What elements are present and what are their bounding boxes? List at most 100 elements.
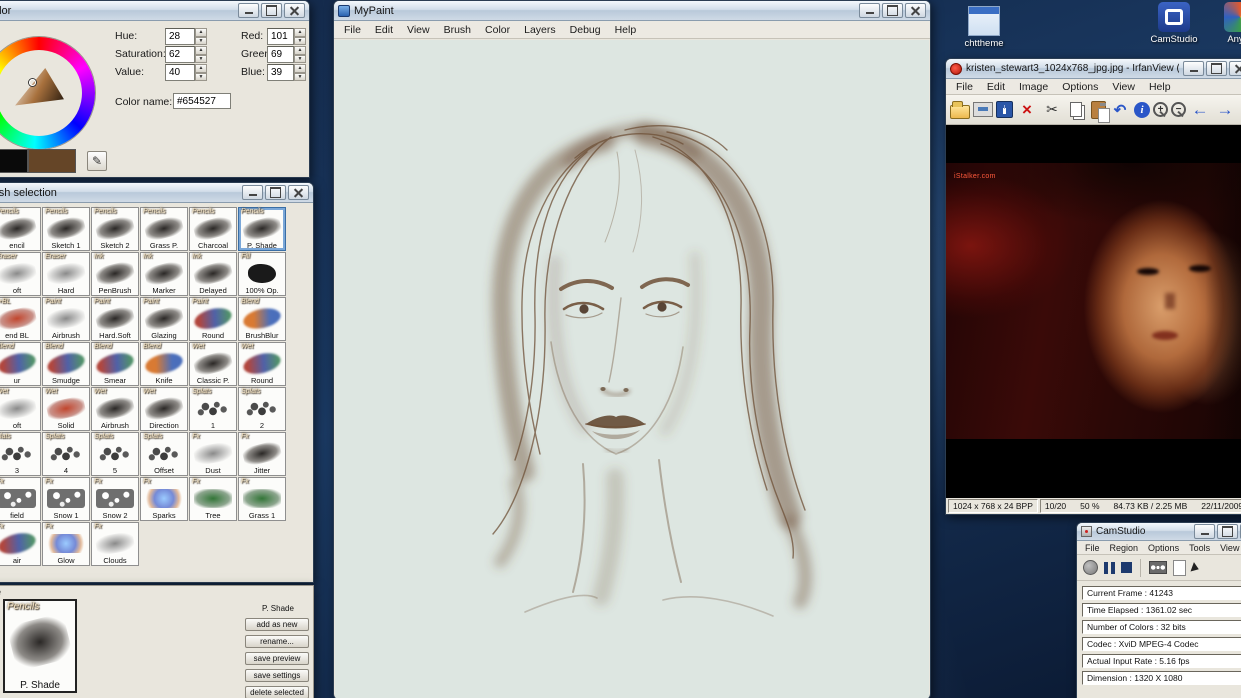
brush-dust[interactable]: Fx Dust bbox=[189, 432, 237, 476]
brush-1[interactable]: Splats 1 bbox=[189, 387, 237, 431]
maximize-button[interactable] bbox=[1217, 524, 1238, 539]
minimize-button[interactable] bbox=[859, 3, 880, 18]
minimize-button[interactable] bbox=[238, 3, 259, 18]
brush-round[interactable]: Wet Round bbox=[238, 342, 286, 386]
brush-snow-2[interactable]: Fx Snow 2 bbox=[91, 477, 139, 521]
blue-input[interactable] bbox=[267, 64, 294, 81]
irfanview-menu-help[interactable]: Help bbox=[1142, 79, 1178, 95]
brush-sketch-1[interactable]: Pencils Sketch 1 bbox=[42, 207, 90, 251]
close-button[interactable] bbox=[905, 3, 926, 18]
avi-icon[interactable] bbox=[1149, 561, 1167, 574]
mypaint-menu-layers[interactable]: Layers bbox=[517, 22, 563, 38]
brush-oft[interactable]: Eraser oft bbox=[0, 252, 41, 296]
brush-tree[interactable]: Fx Tree bbox=[189, 477, 237, 521]
spin-down-icon[interactable] bbox=[294, 54, 306, 63]
brush-glazing[interactable]: Paint Glazing bbox=[140, 297, 188, 341]
brush-field[interactable]: Fx field bbox=[0, 477, 41, 521]
color-picker-button[interactable] bbox=[87, 151, 107, 171]
prev-icon[interactable]: ← bbox=[1189, 99, 1211, 121]
brush-glow[interactable]: Fx Glow bbox=[42, 522, 90, 566]
spin-up-icon[interactable] bbox=[195, 28, 207, 37]
brush-p-shade[interactable]: Pencils P. Shade bbox=[238, 207, 286, 251]
brush-window-titlebar[interactable]: rush selection bbox=[0, 183, 313, 203]
irfanview-menu-view[interactable]: View bbox=[1105, 79, 1142, 95]
spin-up-icon[interactable] bbox=[294, 28, 306, 37]
camstudio-menu-file[interactable]: File bbox=[1080, 542, 1105, 554]
brush-round[interactable]: Paint Round bbox=[189, 297, 237, 341]
spin-up-icon[interactable] bbox=[195, 64, 207, 73]
minimize-button[interactable] bbox=[1194, 524, 1215, 539]
desktop-icon-chttheme[interactable]: chttheme bbox=[956, 6, 1012, 49]
desktop-icon-camstudio[interactable]: CamStudio bbox=[1146, 2, 1202, 45]
close-button[interactable] bbox=[284, 3, 305, 18]
stop-icon[interactable] bbox=[1121, 562, 1132, 573]
close-button[interactable] bbox=[288, 185, 309, 200]
brush-100-op[interactable]: Fill 100% Op. bbox=[238, 252, 286, 296]
brush-3[interactable]: plats 3 bbox=[0, 432, 41, 476]
brush-smear[interactable]: Blend Smear bbox=[91, 342, 139, 386]
brush-oft[interactable]: Wet oft bbox=[0, 387, 41, 431]
spin-down-icon[interactable] bbox=[195, 54, 207, 63]
value-input[interactable] bbox=[165, 64, 195, 81]
mypaint-canvas[interactable] bbox=[335, 40, 929, 698]
zoom-in-icon[interactable]: + bbox=[1153, 102, 1168, 117]
brush-delayed[interactable]: Ink Delayed bbox=[189, 252, 237, 296]
red-input[interactable] bbox=[267, 28, 294, 45]
cut-icon[interactable]: ✂ bbox=[1041, 99, 1063, 121]
brush-hard[interactable]: Eraser Hard bbox=[42, 252, 90, 296]
brush-airbrush[interactable]: Paint Airbrush bbox=[42, 297, 90, 341]
brush-grass-p[interactable]: Pencils Grass P. bbox=[140, 207, 188, 251]
open-folder-icon[interactable] bbox=[950, 100, 970, 119]
brush-end-bl[interactable]: t+BL end BL bbox=[0, 297, 41, 341]
mypaint-menu-help[interactable]: Help bbox=[608, 22, 644, 38]
minimize-button[interactable] bbox=[242, 185, 263, 200]
copy-icon[interactable] bbox=[1066, 99, 1088, 121]
spin-up-icon[interactable] bbox=[294, 46, 306, 55]
rename-button[interactable]: rename... bbox=[245, 635, 309, 648]
mypaint-menu-edit[interactable]: Edit bbox=[368, 22, 400, 38]
brush-classic-p[interactable]: Wet Classic P. bbox=[189, 342, 237, 386]
spin-down-icon[interactable] bbox=[195, 72, 207, 81]
brush-hard-soft[interactable]: Paint Hard.Soft bbox=[91, 297, 139, 341]
brush-marker[interactable]: Ink Marker bbox=[140, 252, 188, 296]
irfanview-titlebar[interactable]: kristen_stewart3_1024x768_jpg.jpg - Irfa… bbox=[946, 59, 1241, 79]
minimize-button[interactable] bbox=[1183, 61, 1204, 76]
spin-down-icon[interactable] bbox=[195, 36, 207, 45]
green-input[interactable] bbox=[267, 46, 294, 63]
color-marker[interactable] bbox=[28, 79, 36, 87]
brush-penbrush[interactable]: Ink PenBrush bbox=[91, 252, 139, 296]
maximize-button[interactable] bbox=[1206, 61, 1227, 76]
slideshow-icon[interactable] bbox=[973, 102, 993, 117]
image-viewport[interactable]: iStalker.com bbox=[946, 125, 1241, 498]
save-icon[interactable] bbox=[996, 101, 1013, 118]
irfanview-menu-options[interactable]: Options bbox=[1055, 79, 1105, 95]
brush-solid[interactable]: Wet Solid bbox=[42, 387, 90, 431]
color-window-titlebar[interactable]: olor bbox=[0, 1, 309, 21]
spin-down-icon[interactable] bbox=[294, 36, 306, 45]
brush-ur[interactable]: Blend ur bbox=[0, 342, 41, 386]
info-icon[interactable]: i bbox=[1134, 101, 1150, 118]
camstudio-menu-view[interactable]: View bbox=[1215, 542, 1241, 554]
add-as-new-button[interactable]: add as new bbox=[245, 618, 309, 631]
brush-clouds[interactable]: Fx Clouds bbox=[91, 522, 139, 566]
cursor-icon[interactable] bbox=[1192, 563, 1199, 573]
delete-selected-button[interactable]: delete selected bbox=[245, 686, 309, 698]
maximize-button[interactable] bbox=[882, 3, 903, 18]
camstudio-menu-tools[interactable]: Tools bbox=[1184, 542, 1215, 554]
hue-input[interactable] bbox=[165, 28, 195, 45]
record-icon[interactable] bbox=[1083, 560, 1098, 575]
color-name-input[interactable] bbox=[173, 93, 231, 109]
maximize-button[interactable] bbox=[265, 185, 286, 200]
irfanview-menu-edit[interactable]: Edit bbox=[980, 79, 1012, 95]
brush-airbrush[interactable]: Wet Airbrush bbox=[91, 387, 139, 431]
camstudio-menu-options[interactable]: Options bbox=[1143, 542, 1184, 554]
brush-smudge[interactable]: Blend Smudge bbox=[42, 342, 90, 386]
delete-icon[interactable]: × bbox=[1016, 99, 1038, 121]
camstudio-menu-region[interactable]: Region bbox=[1105, 542, 1144, 554]
irfanview-menu-file[interactable]: File bbox=[949, 79, 980, 95]
mypaint-menu-debug[interactable]: Debug bbox=[563, 22, 608, 38]
brush-charcoal[interactable]: Pencils Charcoal bbox=[189, 207, 237, 251]
brush-air[interactable]: Fx air bbox=[0, 522, 41, 566]
mypaint-menu-brush[interactable]: Brush bbox=[437, 22, 478, 38]
brush-offset[interactable]: Splats Offset bbox=[140, 432, 188, 476]
